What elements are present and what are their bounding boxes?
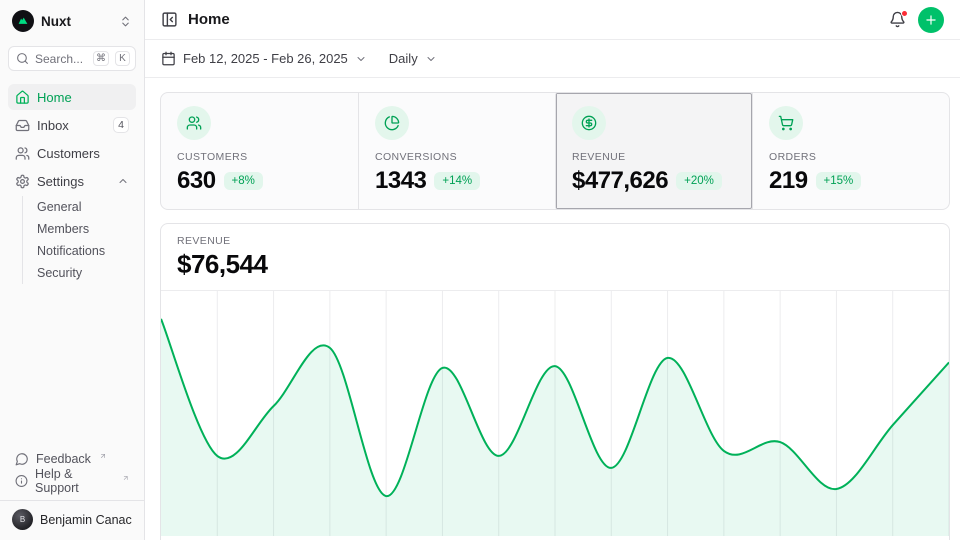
inbox-count-badge: 4 xyxy=(113,117,129,133)
date-range-value: Feb 12, 2025 - Feb 26, 2025 xyxy=(183,51,348,66)
sidebar-nav: Home Inbox 4 Customers Settings General … xyxy=(8,84,136,286)
stat-card-revenue[interactable]: REVENUE $477,626 +20% xyxy=(555,93,752,209)
sidebar-item-general[interactable]: General xyxy=(33,196,136,218)
sidebar-item-security[interactable]: Security xyxy=(33,262,136,284)
stat-label: CUSTOMERS xyxy=(177,151,342,163)
info-icon xyxy=(15,474,28,488)
gear-icon xyxy=(15,174,30,189)
user-menu[interactable]: B Benjamin Canac xyxy=(0,500,144,532)
sidebar-item-notifications[interactable]: Notifications xyxy=(33,240,136,262)
chart-metric-value: $76,544 xyxy=(177,249,933,280)
stats-row: CUSTOMERS 630 +8% CONVERSIONS 1343 +14% xyxy=(160,92,950,210)
sidebar-item-members[interactable]: Members xyxy=(33,218,136,240)
avatar: B xyxy=(12,509,33,530)
stat-label: CONVERSIONS xyxy=(375,151,539,163)
revenue-chart-card: REVENUE $76,544 14 Feb 16 Feb 18 Feb 20 … xyxy=(160,223,950,540)
sidebar-item-inbox[interactable]: Inbox 4 xyxy=(8,112,136,138)
date-range-picker[interactable]: Feb 12, 2025 - Feb 26, 2025 xyxy=(161,51,367,66)
chevron-down-icon xyxy=(425,53,437,65)
revenue-area-chart[interactable] xyxy=(161,291,949,536)
workspace-switcher[interactable]: Nuxt xyxy=(8,7,136,35)
external-link-icon xyxy=(122,474,129,482)
header-actions xyxy=(887,7,944,33)
help-support-label: Help & Support xyxy=(35,467,114,495)
stat-value: 630 xyxy=(177,167,216,195)
stat-value: 1343 xyxy=(375,167,426,195)
add-button[interactable] xyxy=(918,7,944,33)
users-icon xyxy=(15,146,30,161)
stat-delta-badge: +20% xyxy=(676,172,722,190)
chart-metric-label: REVENUE xyxy=(177,235,933,247)
feedback-label: Feedback xyxy=(36,452,91,466)
calendar-icon xyxy=(161,51,176,66)
plus-icon xyxy=(924,13,938,27)
chart-pie-icon xyxy=(375,106,409,140)
message-circle-icon xyxy=(15,452,29,466)
stat-card-conversions[interactable]: CONVERSIONS 1343 +14% xyxy=(358,93,555,209)
workspace-name: Nuxt xyxy=(41,14,112,29)
sidebar-spacer xyxy=(8,286,136,448)
stat-label: REVENUE xyxy=(572,151,736,163)
stat-value: $477,626 xyxy=(572,167,668,195)
dashboard-content: CUSTOMERS 630 +8% CONVERSIONS 1343 +14% xyxy=(145,78,960,540)
sidebar-item-settings[interactable]: Settings xyxy=(8,168,136,194)
search-input[interactable]: Search... ⌘ K xyxy=(8,46,136,71)
stat-label: ORDERS xyxy=(769,151,933,163)
chart-header: REVENUE $76,544 xyxy=(161,224,949,291)
sidebar-item-label: Customers xyxy=(37,146,129,161)
chart-canvas xyxy=(161,291,949,536)
main-area: Home Feb 12, 2025 - Feb 26, 2025 Daily xyxy=(145,0,960,540)
kbd-k: K xyxy=(115,51,130,66)
page-header: Home xyxy=(145,0,960,40)
stat-delta-badge: +14% xyxy=(434,172,480,190)
sidebar-item-label: Home xyxy=(37,90,129,105)
filters-toolbar: Feb 12, 2025 - Feb 26, 2025 Daily xyxy=(145,40,960,78)
external-link-icon xyxy=(99,452,107,460)
notifications-button[interactable] xyxy=(887,9,908,30)
search-icon xyxy=(16,52,29,65)
granularity-select[interactable]: Daily xyxy=(389,51,437,66)
help-support-link[interactable]: Help & Support xyxy=(8,470,136,492)
stat-value: 219 xyxy=(769,167,808,195)
granularity-value: Daily xyxy=(389,51,418,66)
search-placeholder: Search... xyxy=(35,52,87,66)
notification-dot xyxy=(901,10,908,17)
circle-dollar-icon xyxy=(572,106,606,140)
settings-subnav: General Members Notifications Security xyxy=(22,196,136,284)
kbd-cmd: ⌘ xyxy=(93,51,109,66)
stat-card-customers[interactable]: CUSTOMERS 630 +8% xyxy=(161,93,358,209)
panel-collapse-icon[interactable] xyxy=(161,11,178,28)
nuxt-logo-icon xyxy=(12,10,34,32)
page-title: Home xyxy=(188,11,230,28)
stat-delta-badge: +8% xyxy=(224,172,263,190)
sidebar-item-customers[interactable]: Customers xyxy=(8,140,136,166)
sidebar: Nuxt Search... ⌘ K Home Inbox 4 Customer… xyxy=(0,0,145,540)
chart-x-axis: 14 Feb 16 Feb 18 Feb 20 Feb 22 Feb 24 Fe… xyxy=(161,536,949,540)
stat-delta-badge: +15% xyxy=(816,172,862,190)
chevrons-up-down-icon xyxy=(119,15,132,28)
user-name: Benjamin Canac xyxy=(40,513,132,527)
chevron-up-icon xyxy=(117,175,129,187)
sidebar-item-label: Inbox xyxy=(37,118,106,133)
shopping-cart-icon xyxy=(769,106,803,140)
house-icon xyxy=(15,90,30,105)
inbox-icon xyxy=(15,118,30,133)
users-icon xyxy=(177,106,211,140)
stat-card-orders[interactable]: ORDERS 219 +15% xyxy=(752,93,949,209)
sidebar-footer-links: Feedback Help & Support xyxy=(8,448,136,500)
sidebar-item-label: Settings xyxy=(37,174,110,189)
sidebar-item-home[interactable]: Home xyxy=(8,84,136,110)
chevron-down-icon xyxy=(355,53,367,65)
